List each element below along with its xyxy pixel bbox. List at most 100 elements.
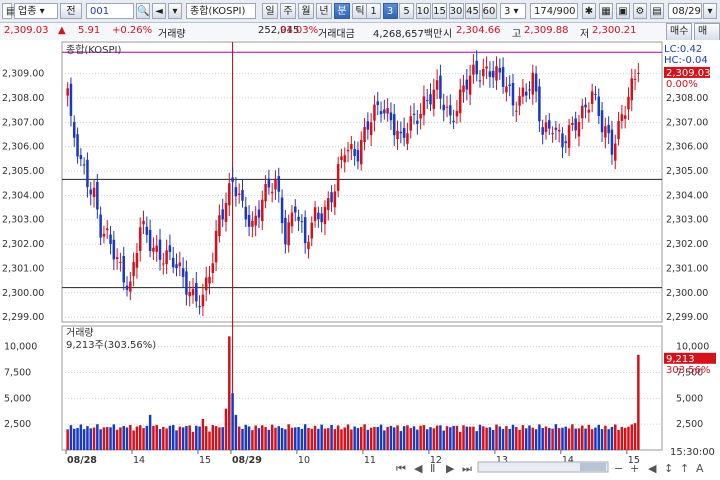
volume-tick-right: 10,000 (676, 342, 709, 353)
candle-body (336, 164, 340, 191)
candle-body (435, 80, 439, 90)
volume-bar (109, 427, 112, 450)
calendar-dropdown-icon[interactable]: ▾ (703, 3, 717, 19)
candle-body (241, 189, 244, 201)
candle-body (72, 121, 76, 138)
document-icon[interactable]: ▦ (599, 3, 613, 19)
fit-icon[interactable]: ↕ (664, 462, 673, 475)
volume-bar (152, 426, 155, 450)
period-button-1[interactable]: 주 (280, 3, 296, 19)
candle-body (119, 261, 122, 263)
nav-prev-icon[interactable]: ◀ (414, 462, 423, 475)
nav-last-icon[interactable]: ⏭ (462, 462, 472, 475)
sell-button[interactable]: 매도 (694, 23, 720, 53)
candle-body (221, 209, 224, 220)
minute-button-10[interactable]: 10 (415, 3, 431, 19)
minute-button-15[interactable]: 15 (432, 3, 447, 19)
nav-next-icon[interactable]: ▶ (446, 462, 455, 475)
candle-body (175, 264, 178, 269)
scrollbar-thumb[interactable] (580, 463, 606, 471)
settings-icon[interactable]: ⚙ (633, 3, 647, 19)
minute-button-5[interactable]: 5 (399, 3, 414, 19)
hc-label: HC:-0.04 (664, 55, 708, 66)
jeon-button[interactable]: 전 (60, 3, 82, 19)
chart-area[interactable]: 2,309.002,309.002,308.002,308.002,307.00… (0, 40, 720, 480)
volume-bar (264, 427, 267, 450)
candle-body (82, 164, 86, 166)
volume-bar (267, 429, 271, 450)
market-icon[interactable]: ▤ (2, 3, 15, 19)
candle-body (145, 226, 149, 235)
period-button-2[interactable]: 월 (298, 3, 314, 19)
volume-bar (445, 426, 449, 450)
zoom-in-icon[interactable]: + (630, 462, 639, 475)
candle-body (270, 191, 274, 194)
volume-bar (340, 429, 343, 450)
volume-bar (356, 428, 360, 450)
search-icon[interactable]: 🔍 (136, 3, 150, 19)
candle-body (531, 72, 535, 95)
zoom-out-icon[interactable]: − (614, 462, 623, 475)
market-select[interactable]: 업종 ▾ (14, 3, 58, 19)
last-price-pct: 0.00% (666, 79, 698, 90)
candle-body (548, 120, 551, 129)
price-tick-right: 2,301.00 (666, 263, 708, 274)
arrow-up-icon[interactable]: ↑ (680, 462, 689, 475)
arrow-down-icon[interactable]: ▾ (168, 3, 182, 19)
volume-bar (389, 425, 393, 450)
volume-bar (129, 424, 132, 450)
candle-body (125, 285, 129, 290)
period-button-4[interactable]: 분 (334, 3, 350, 19)
price-tick-left: 2,306.00 (2, 142, 44, 153)
calendar-icon[interactable]: ▤ (650, 3, 664, 19)
candle-body (379, 111, 383, 115)
volume-bar (125, 427, 129, 450)
candle-body (501, 67, 505, 87)
open-value: 2,304.66 (456, 25, 501, 36)
speaker-icon[interactable]: ◄ (152, 3, 166, 19)
candle-body (185, 271, 188, 295)
candle-body (508, 84, 511, 86)
volume-bar (317, 428, 320, 450)
minute-button-60[interactable]: 60 (481, 3, 497, 19)
candle-body (594, 93, 597, 95)
candle-body (521, 87, 525, 97)
period-button-0[interactable]: 일 (262, 3, 278, 19)
candle-body (237, 193, 241, 195)
candle-body (251, 220, 254, 227)
candle-body (574, 118, 577, 131)
code-input[interactable]: 001 (86, 3, 134, 19)
minute-button-3[interactable]: 3 (382, 3, 398, 19)
x-tick-label: 08/29 (232, 455, 262, 466)
candle-body (406, 133, 409, 144)
candle-body (630, 78, 634, 101)
minute-button-30[interactable]: 30 (448, 3, 464, 19)
volume-bar (419, 425, 422, 450)
candle-body (274, 178, 277, 190)
volume-bar (501, 428, 505, 450)
candle-body (366, 121, 370, 130)
nav-pause-icon[interactable]: Ⅱ (430, 462, 435, 475)
low-label: 저 (580, 29, 590, 40)
font-size-icon[interactable]: A (696, 462, 704, 475)
buy-button[interactable]: 매수 (666, 23, 693, 41)
volume-bar (597, 424, 601, 450)
candle-body (165, 250, 168, 265)
candle-body (462, 85, 465, 93)
count-select[interactable]: 3 ▾ (500, 3, 526, 19)
date-field[interactable]: 08/29 (668, 3, 702, 19)
minute-button-1[interactable]: 1 (366, 3, 381, 19)
candle-body (317, 212, 320, 220)
price-tick-left: 2,302.00 (2, 239, 44, 250)
candle-body (429, 94, 432, 105)
x-tick-label: 10 (298, 455, 310, 466)
candle-body (214, 230, 218, 263)
minute-button-45[interactable]: 45 (465, 3, 480, 19)
adjust-icon[interactable]: ◀ (648, 462, 657, 475)
candle-body (261, 199, 264, 222)
nav-first-icon[interactable]: ⏮ (396, 462, 406, 475)
period-button-3[interactable]: 년 (316, 3, 332, 19)
pin-icon[interactable]: ✱ (582, 3, 596, 19)
candle-body (416, 120, 419, 124)
save-icon[interactable]: ▣ (616, 3, 630, 19)
